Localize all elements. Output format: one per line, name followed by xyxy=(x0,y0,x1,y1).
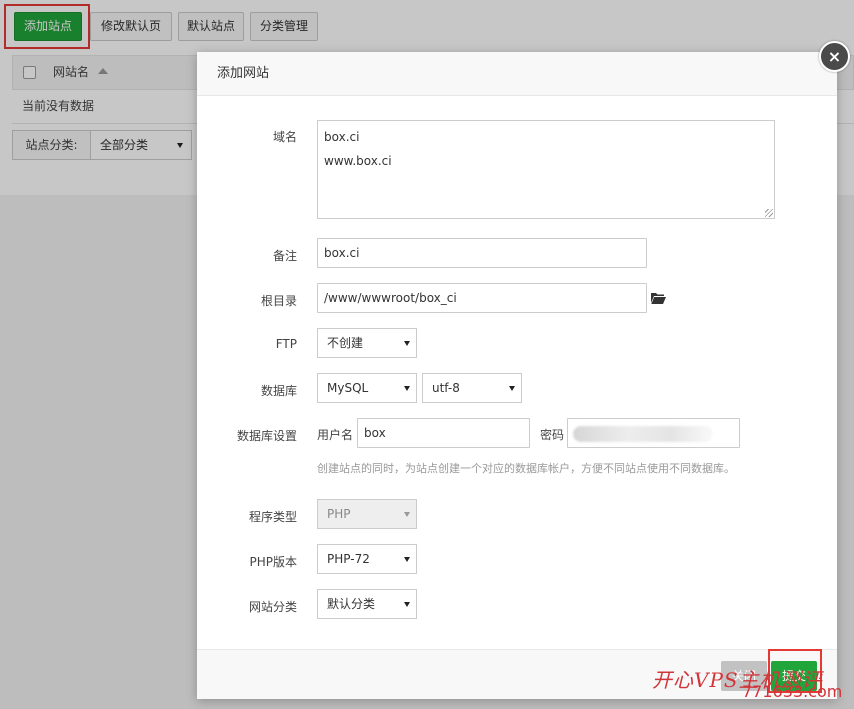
domain-label: 域名 xyxy=(272,130,297,144)
database-type-value: MySQL xyxy=(327,381,369,395)
db-user-input[interactable]: box xyxy=(357,418,530,448)
note-input[interactable]: box.ci xyxy=(317,238,647,268)
close-icon[interactable]: × xyxy=(819,41,850,72)
php-version-select[interactable]: PHP-72 xyxy=(317,544,417,574)
php-version-label: PHP版本 xyxy=(249,555,298,569)
charset-value: utf-8 xyxy=(432,381,460,395)
db-tip-text: 创建站点的同时，为站点创建一个对应的数据库帐户，方便不同站点使用不同数据库。 xyxy=(317,462,735,475)
folder-open-icon[interactable] xyxy=(651,292,666,304)
charset-select[interactable]: utf-8 xyxy=(422,373,522,403)
chevron-down-icon xyxy=(404,512,410,517)
chevron-down-icon xyxy=(509,386,515,391)
resize-grip-icon[interactable] xyxy=(765,209,773,217)
watermark-url: 771633.com xyxy=(742,682,843,701)
php-version-value: PHP-72 xyxy=(327,552,370,566)
root-dir-input[interactable]: /www/wwwroot/box_ci xyxy=(317,283,647,313)
chevron-down-icon xyxy=(404,557,410,562)
chevron-down-icon xyxy=(404,341,410,346)
database-type-select[interactable]: MySQL xyxy=(317,373,417,403)
domain-line-2: www.box.ci xyxy=(324,154,392,168)
site-category-label-modal: 网站分类 xyxy=(248,600,297,614)
ftp-label: FTP xyxy=(275,337,297,351)
note-label: 备注 xyxy=(272,249,297,263)
site-category-value-modal: 默认分类 xyxy=(327,597,376,611)
domain-textarea[interactable]: box.ci www.box.ci xyxy=(317,120,775,219)
program-type-select: PHP xyxy=(317,499,417,529)
password-blur-mask xyxy=(573,426,713,442)
domain-line-1: box.ci xyxy=(324,130,360,144)
ftp-select[interactable]: 不创建 xyxy=(317,328,417,358)
root-dir-label: 根目录 xyxy=(260,294,297,308)
database-label: 数据库 xyxy=(260,384,297,398)
program-type-value: PHP xyxy=(327,507,351,521)
db-user-label: 用户名 xyxy=(317,428,354,442)
dialog-title: 添加网站 xyxy=(217,66,270,81)
chevron-down-icon xyxy=(404,386,410,391)
program-type-label: 程序类型 xyxy=(248,510,297,524)
ftp-select-value: 不创建 xyxy=(327,336,364,350)
site-category-select-modal[interactable]: 默认分类 xyxy=(317,589,417,619)
db-password-label: 密码 xyxy=(540,428,565,442)
chevron-down-icon xyxy=(404,602,410,607)
dialog-header: 添加网站 xyxy=(197,52,837,96)
db-settings-label: 数据库设置 xyxy=(236,429,297,443)
